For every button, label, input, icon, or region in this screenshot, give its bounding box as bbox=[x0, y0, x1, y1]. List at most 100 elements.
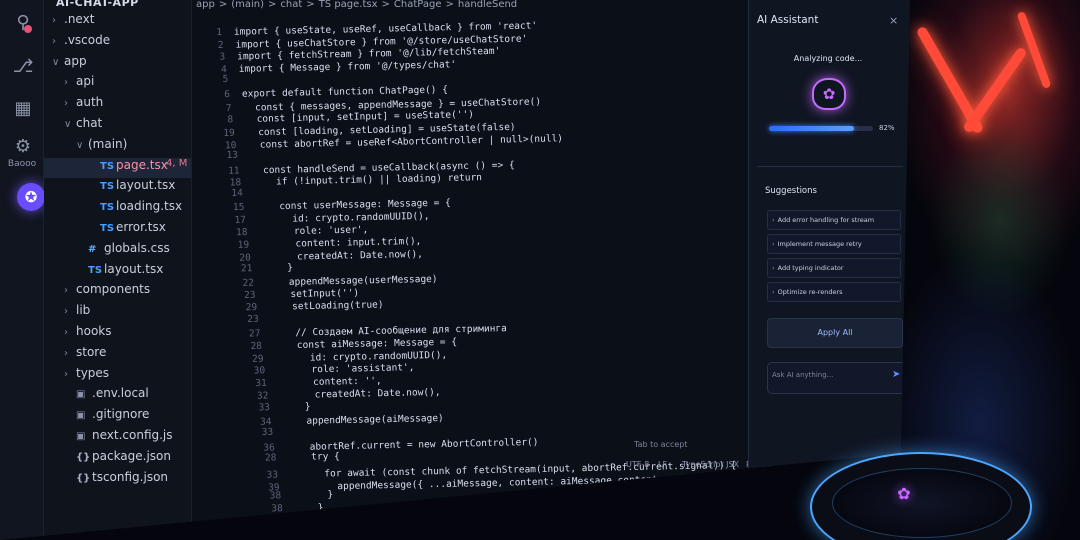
code-text: appendMessage(userMessage) bbox=[288, 273, 438, 288]
code-text: role: 'assistant', bbox=[311, 362, 415, 376]
breadcrumb-separator: > bbox=[381, 0, 390, 10]
code-line[interactable]: 38 } bbox=[253, 502, 324, 517]
tree-item-label: (main) bbox=[88, 136, 128, 151]
code-line[interactable]: 33 bbox=[243, 427, 285, 442]
chevron-right-icon: › bbox=[772, 240, 775, 248]
typescript-file-icon: TS bbox=[100, 202, 115, 214]
file-item[interactable]: # globals.css bbox=[44, 241, 170, 261]
file-item[interactable]: TS layout.tsx bbox=[44, 178, 175, 198]
mug-brain-logo-icon: ✿ bbox=[897, 484, 911, 503]
code-line[interactable]: 21 } bbox=[222, 263, 293, 278]
breadcrumb-item[interactable]: ChatPage bbox=[394, 0, 442, 10]
code-text: } bbox=[293, 489, 334, 502]
status-language[interactable]: TypeScript JSX bbox=[682, 460, 739, 469]
suggestion-item[interactable]: › Optimize re-renders bbox=[767, 282, 901, 302]
breadcrumb-separator: > bbox=[268, 0, 277, 10]
tab-to-accept-hint: Tab to accept bbox=[634, 440, 688, 449]
tree-item-label: components bbox=[76, 282, 151, 297]
file-item[interactable]: {} package.json bbox=[44, 449, 171, 469]
line-number: 31 bbox=[255, 377, 267, 389]
line-number: 32 bbox=[256, 390, 269, 403]
breadcrumb-item[interactable]: app bbox=[196, 0, 215, 10]
file-item[interactable]: TS layout.tsx bbox=[44, 262, 163, 282]
code-text: // Создаем AI-сообщение для стриминга bbox=[272, 323, 507, 340]
folder-item[interactable]: › store bbox=[44, 345, 106, 365]
suggestion-item[interactable]: › Implement message retry bbox=[767, 234, 901, 254]
line-number: 7 bbox=[225, 102, 232, 114]
analysis-progress-bar bbox=[769, 126, 873, 131]
tree-item-label: store bbox=[76, 344, 107, 359]
tree-item-label: app bbox=[64, 53, 87, 68]
line-number: 30 bbox=[253, 365, 266, 377]
breadcrumb-item[interactable]: (main) bbox=[231, 0, 264, 10]
status-encoding[interactable]: UTF-8 bbox=[626, 460, 649, 469]
send-icon[interactable]: ➤ bbox=[892, 369, 900, 380]
line-number: 18 bbox=[236, 226, 248, 238]
folder-item[interactable]: ∨ chat bbox=[44, 116, 102, 136]
source-control-icon[interactable]: ⎇ bbox=[10, 54, 36, 80]
code-line[interactable]: 33 } bbox=[240, 401, 311, 416]
code-line[interactable]: 5 bbox=[198, 74, 240, 89]
code-text: createdAt: Date.now(), bbox=[314, 387, 441, 401]
chevron-right-icon: › bbox=[64, 98, 68, 110]
status-bar: UTF-8 LF TypeScript JSX Prettier bbox=[192, 460, 775, 476]
code-line[interactable]: 13 bbox=[208, 150, 250, 165]
code-line[interactable]: 14 bbox=[213, 187, 255, 202]
folder-item[interactable]: › .vscode bbox=[44, 33, 110, 53]
tree-item-label: api bbox=[76, 74, 95, 89]
settings-icon[interactable]: ⚙ bbox=[10, 134, 36, 160]
line-number: 38 bbox=[271, 502, 283, 515]
file-item[interactable]: ▣ .env.local bbox=[44, 386, 149, 406]
code-text: setLoading(true) bbox=[291, 299, 384, 313]
folder-item[interactable]: › components bbox=[44, 282, 150, 302]
tree-item-label: package.json bbox=[92, 448, 172, 463]
json-file-icon: {} bbox=[76, 472, 91, 484]
tree-item-label: next.config.js bbox=[92, 428, 173, 442]
tree-item-label: loading.tsx bbox=[116, 199, 183, 214]
tree-item-label: .vscode bbox=[64, 32, 111, 47]
folder-item[interactable]: › api bbox=[44, 74, 94, 94]
folder-item[interactable]: ∨ app bbox=[44, 54, 87, 74]
code-text: setInput('') bbox=[290, 287, 360, 300]
file-item[interactable]: TS error.tsx bbox=[44, 220, 166, 240]
suggestion-item[interactable]: › Add error handling for stream bbox=[767, 210, 901, 230]
folder-item[interactable]: › types bbox=[44, 366, 109, 386]
file-item[interactable]: ▣ next.config.js bbox=[44, 428, 173, 448]
line-number: 27 bbox=[248, 328, 261, 340]
dev-server-status[interactable]: React Dev Server bbox=[232, 523, 310, 533]
code-editor[interactable]: app > (main) > chat > TS page.tsx > ChatPage > han… bbox=[192, 0, 748, 540]
line-number: 33 bbox=[261, 427, 274, 439]
folder-item[interactable]: › auth bbox=[44, 95, 103, 115]
suggestion-item[interactable]: › Add typing indicator bbox=[767, 258, 901, 278]
search-icon[interactable]: ⚲ bbox=[10, 10, 36, 36]
chevron-right-icon: › bbox=[64, 77, 68, 89]
close-icon[interactable]: × bbox=[889, 14, 898, 27]
folder-item[interactable]: › lib bbox=[44, 303, 90, 323]
folder-item[interactable]: › hooks bbox=[44, 324, 112, 344]
breadcrumb-separator: > bbox=[306, 0, 315, 10]
file-item[interactable]: {} tsconfig.json bbox=[44, 470, 168, 490]
ask-ai-input[interactable] bbox=[772, 371, 882, 379]
line-number: 23 bbox=[244, 289, 256, 301]
typescript-file-icon: TS bbox=[88, 264, 103, 276]
folder-item[interactable]: ∨ (main) bbox=[44, 137, 127, 157]
breadcrumb-item[interactable]: chat bbox=[280, 0, 302, 10]
extensions-icon[interactable]: ▦ bbox=[10, 96, 36, 122]
status-eol[interactable]: LF bbox=[658, 460, 667, 469]
file-item[interactable]: TS page.tsx 4, M bbox=[44, 157, 191, 178]
line-number: 29 bbox=[252, 353, 264, 365]
folder-item[interactable]: › .next bbox=[44, 12, 94, 32]
breadcrumb-item[interactable]: handleSend bbox=[458, 0, 517, 10]
code-line[interactable]: 23 bbox=[229, 313, 271, 328]
line-number: 28 bbox=[250, 340, 263, 352]
file-item[interactable]: TS loading.tsx bbox=[44, 199, 182, 219]
explorer-title: AI-CHAT-APP bbox=[56, 0, 139, 9]
file-item[interactable]: ▣ .gitignore bbox=[44, 407, 149, 427]
live-share-button[interactable]: Live Share bbox=[338, 523, 385, 533]
line-number: 3 bbox=[219, 51, 226, 63]
breadcrumb-item[interactable]: TS page.tsx bbox=[319, 0, 378, 10]
ai-assistant-icon[interactable]: ✪ bbox=[17, 183, 45, 211]
apply-all-button[interactable]: Apply All bbox=[767, 318, 903, 348]
chevron-right-icon: › bbox=[52, 35, 56, 47]
line-number: 1 bbox=[216, 26, 223, 39]
